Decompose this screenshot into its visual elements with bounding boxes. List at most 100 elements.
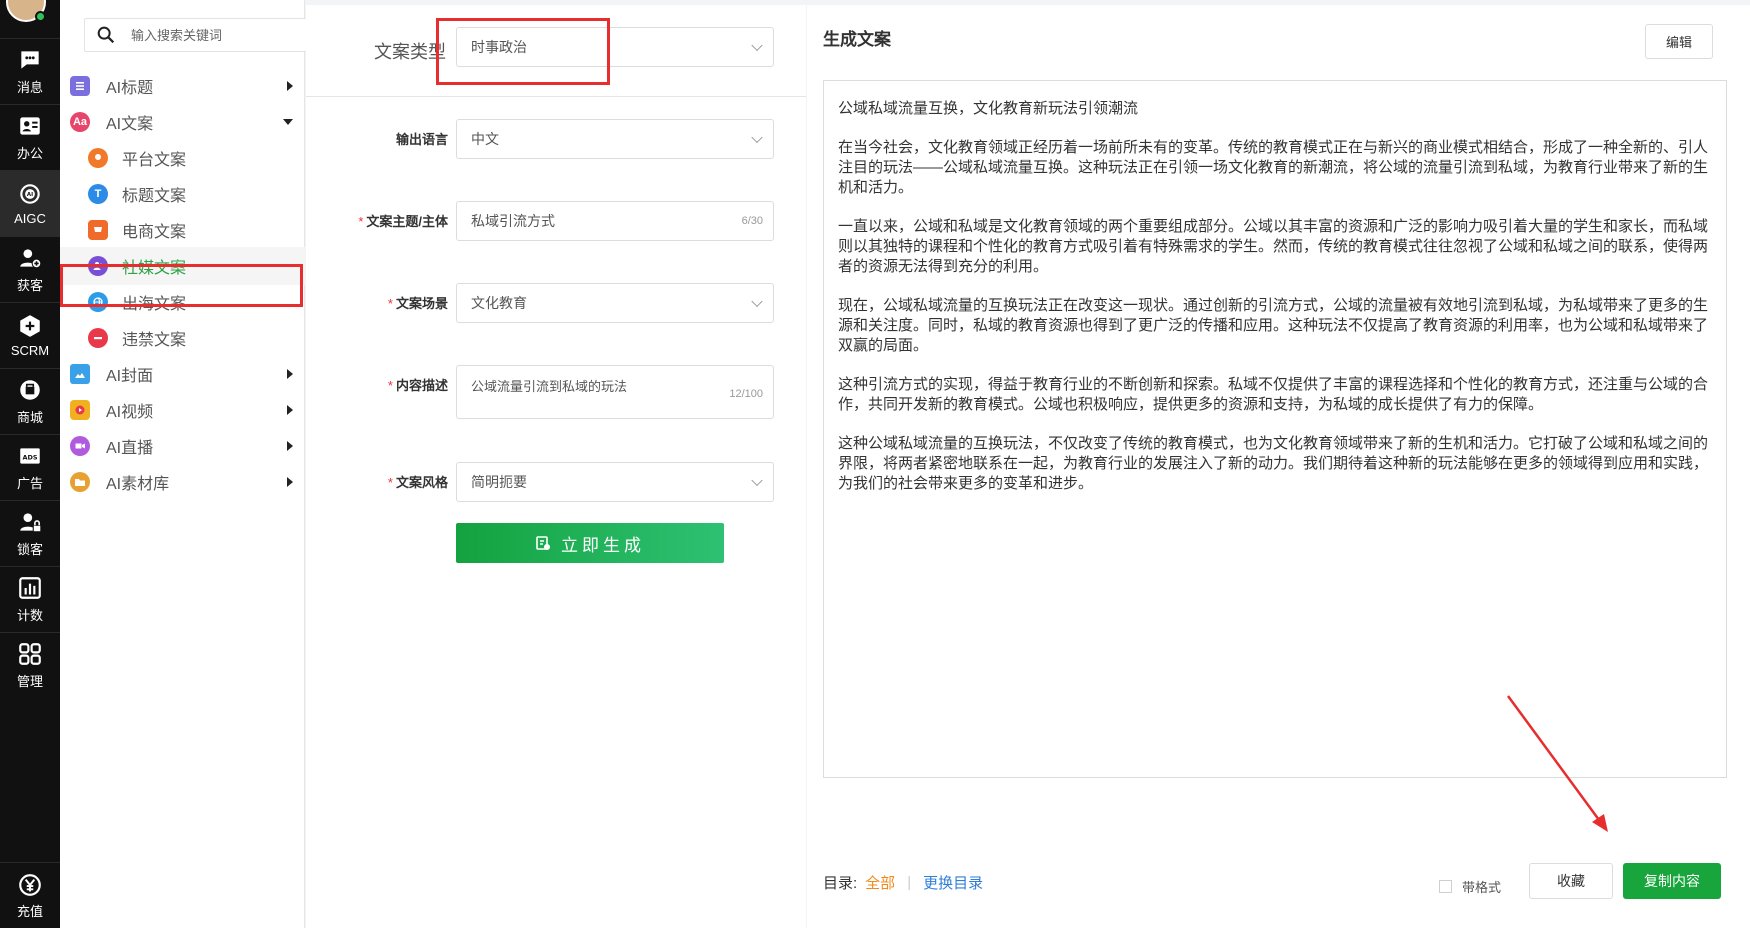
content-paragraph: 一直以来，公域和私域是文化教育领域的两个重要组成部分。公域以其丰富的资源和广泛的… <box>838 218 1709 275</box>
copy-content-button[interactable]: 复制内容 <box>1623 863 1721 899</box>
style-label: * 文案风格 <box>387 475 448 490</box>
rail-item-label: 管理 <box>16 674 43 689</box>
forbidden-icon <box>88 328 108 348</box>
menu-item-banned-copy[interactable]: 违禁文案 <box>60 319 305 357</box>
menu-item-ai-video[interactable]: AI视频 <box>60 391 305 429</box>
menu-item-label: AI素材库 <box>106 476 170 493</box>
rail-item-label: 计数 <box>16 608 43 623</box>
menu-item-ai-cover[interactable]: AI封面 <box>60 355 305 393</box>
ads-icon: ADS <box>20 448 40 464</box>
edit-button[interactable]: 编辑 <box>1645 24 1713 59</box>
rail-item-recharge[interactable]: 充值 <box>0 862 60 928</box>
rail-item-acquire[interactable]: 获客 <box>0 236 60 302</box>
highlight-box-copy-type <box>436 18 610 85</box>
add-user-icon <box>20 249 42 269</box>
expand-arrow-icon <box>287 441 293 451</box>
menu-item-label: AI封面 <box>106 368 154 385</box>
subject-input[interactable]: 私域引流方式 6/30 <box>456 201 774 241</box>
expand-arrow-icon <box>287 369 293 379</box>
play-icon <box>70 400 90 420</box>
rail-item-scrm[interactable]: SCRM <box>0 302 60 368</box>
scene-label: * 文案场景 <box>387 296 448 311</box>
generate-button[interactable]: 立即生成 <box>456 523 724 563</box>
avatar[interactable] <box>6 0 46 22</box>
rail-item-messages[interactable]: 消息 <box>0 38 60 104</box>
bar-chart-icon <box>19 577 41 599</box>
menu-item-ecommerce-copy[interactable]: 电商文案 <box>60 211 305 249</box>
contact-card-icon <box>20 117 40 135</box>
menu-item-label: 标题文案 <box>122 188 187 205</box>
description-textarea[interactable]: 公域流量引流到私域的玩法 12/100 <box>456 365 774 419</box>
expand-arrow-icon <box>287 81 293 91</box>
subject-char-counter: 6/30 <box>741 215 763 227</box>
font-icon: Aa <box>70 112 90 132</box>
lock-user-icon <box>20 513 42 533</box>
output-title: 生成文案 <box>823 30 891 49</box>
balloon-icon <box>88 148 108 168</box>
grid-icon <box>19 643 41 665</box>
online-status-dot <box>35 11 46 22</box>
menu-item-label: 平台文案 <box>122 152 187 169</box>
toc-change-link[interactable]: 更换目录 <box>923 872 983 893</box>
rail-item-label: 广告 <box>16 476 43 491</box>
language-select[interactable]: 中文 <box>456 119 774 159</box>
rail-item-label: 锁客 <box>16 542 43 557</box>
content-paragraph: 公域私域流量互换，文化教育新玩法引领潮流 <box>838 100 1139 117</box>
chevron-down-icon <box>751 131 763 144</box>
scene-select[interactable]: 文化教育 <box>456 283 774 323</box>
menu-item-label: AI标题 <box>106 80 154 97</box>
camera-icon <box>70 436 90 456</box>
search-input[interactable] <box>131 27 311 43</box>
toc-bar: 目录: 全部 | 更换目录 <box>823 872 983 893</box>
toc-separator: | <box>907 874 912 891</box>
menu-item-ai-copy[interactable]: Aa AI文案 <box>60 103 305 141</box>
cart-icon <box>88 220 108 240</box>
rail-item-lock-customer[interactable]: 锁客 <box>0 500 60 566</box>
image-icon <box>70 364 90 384</box>
menu-item-platform-copy[interactable]: 平台文案 <box>60 139 305 177</box>
content-paragraph: 这种引流方式的实现，得益于教育行业的不断创新和探索。私域不仅提供了丰富的课程选择… <box>838 376 1709 413</box>
format-checkbox[interactable] <box>1439 880 1452 893</box>
rail-item-label: 获客 <box>16 278 43 293</box>
scene-value: 文化教育 <box>471 295 527 311</box>
content-paragraph: 这种公域私域流量的互换玩法，不仅改变了传统的教育模式，也为文化教育领域带来了新的… <box>838 435 1709 492</box>
aigc-menu: AI标题 Aa AI文案 平台文案 T 标题文案 电商文案 社媒文案 出海文案 … <box>60 0 342 928</box>
menu-item-title-copy[interactable]: T 标题文案 <box>60 175 305 213</box>
rail-item-label: SCRM <box>10 343 50 358</box>
annotation-arrow-icon <box>1506 695 1608 832</box>
content-paragraph: 在当今社会，文化教育领域正经历着一场前所未有的变革。传统的教育模式正在与新兴的商… <box>838 139 1709 196</box>
format-option[interactable]: 带格式 <box>1439 877 1501 896</box>
rail-item-label: 商城 <box>16 410 43 425</box>
rail-item-label: AIGC <box>14 211 46 226</box>
chevron-down-icon <box>751 39 763 52</box>
favorite-button[interactable]: 收藏 <box>1529 863 1613 899</box>
menu-item-ai-live[interactable]: AI直播 <box>60 427 305 465</box>
toc-all-link[interactable]: 全部 <box>865 872 895 893</box>
rail-item-label: 充值 <box>16 903 43 919</box>
rail-item-shop[interactable]: 商城 <box>0 368 60 434</box>
search-box[interactable] <box>84 18 342 52</box>
menu-item-label: AI直播 <box>106 440 154 457</box>
rail-item-office[interactable]: 办公 <box>0 104 60 170</box>
toc-label: 目录: <box>823 875 858 892</box>
title-icon <box>70 76 90 96</box>
rail-item-count[interactable]: 计数 <box>0 566 60 632</box>
generated-content[interactable]: 公域私域流量互换，文化教育新玩法引领潮流 在当今社会，文化教育领域正经历着一场前… <box>823 80 1727 778</box>
rail-item-label: 办公 <box>16 146 43 161</box>
menu-item-ai-material[interactable]: AI素材库 <box>60 463 305 501</box>
generate-icon <box>536 536 550 550</box>
ai-chip-icon: AI <box>20 184 40 204</box>
menu-item-label: AI文案 <box>106 116 154 133</box>
shop-icon <box>20 380 40 400</box>
expand-arrow-icon <box>287 405 293 415</box>
rail-item-manage[interactable]: 管理 <box>0 632 60 698</box>
chevron-down-icon <box>751 474 763 487</box>
menu-item-ai-title[interactable]: AI标题 <box>60 67 305 105</box>
style-value: 简明扼要 <box>471 474 527 490</box>
menu-item-label: 电商文案 <box>122 224 187 241</box>
rail-item-aigc[interactable]: AI AIGC <box>0 170 60 236</box>
rail-item-ads[interactable]: ADS 广告 <box>0 434 60 500</box>
subject-value: 私域引流方式 <box>471 213 555 229</box>
style-select[interactable]: 简明扼要 <box>456 462 774 502</box>
svg-text:AI: AI <box>27 192 33 198</box>
